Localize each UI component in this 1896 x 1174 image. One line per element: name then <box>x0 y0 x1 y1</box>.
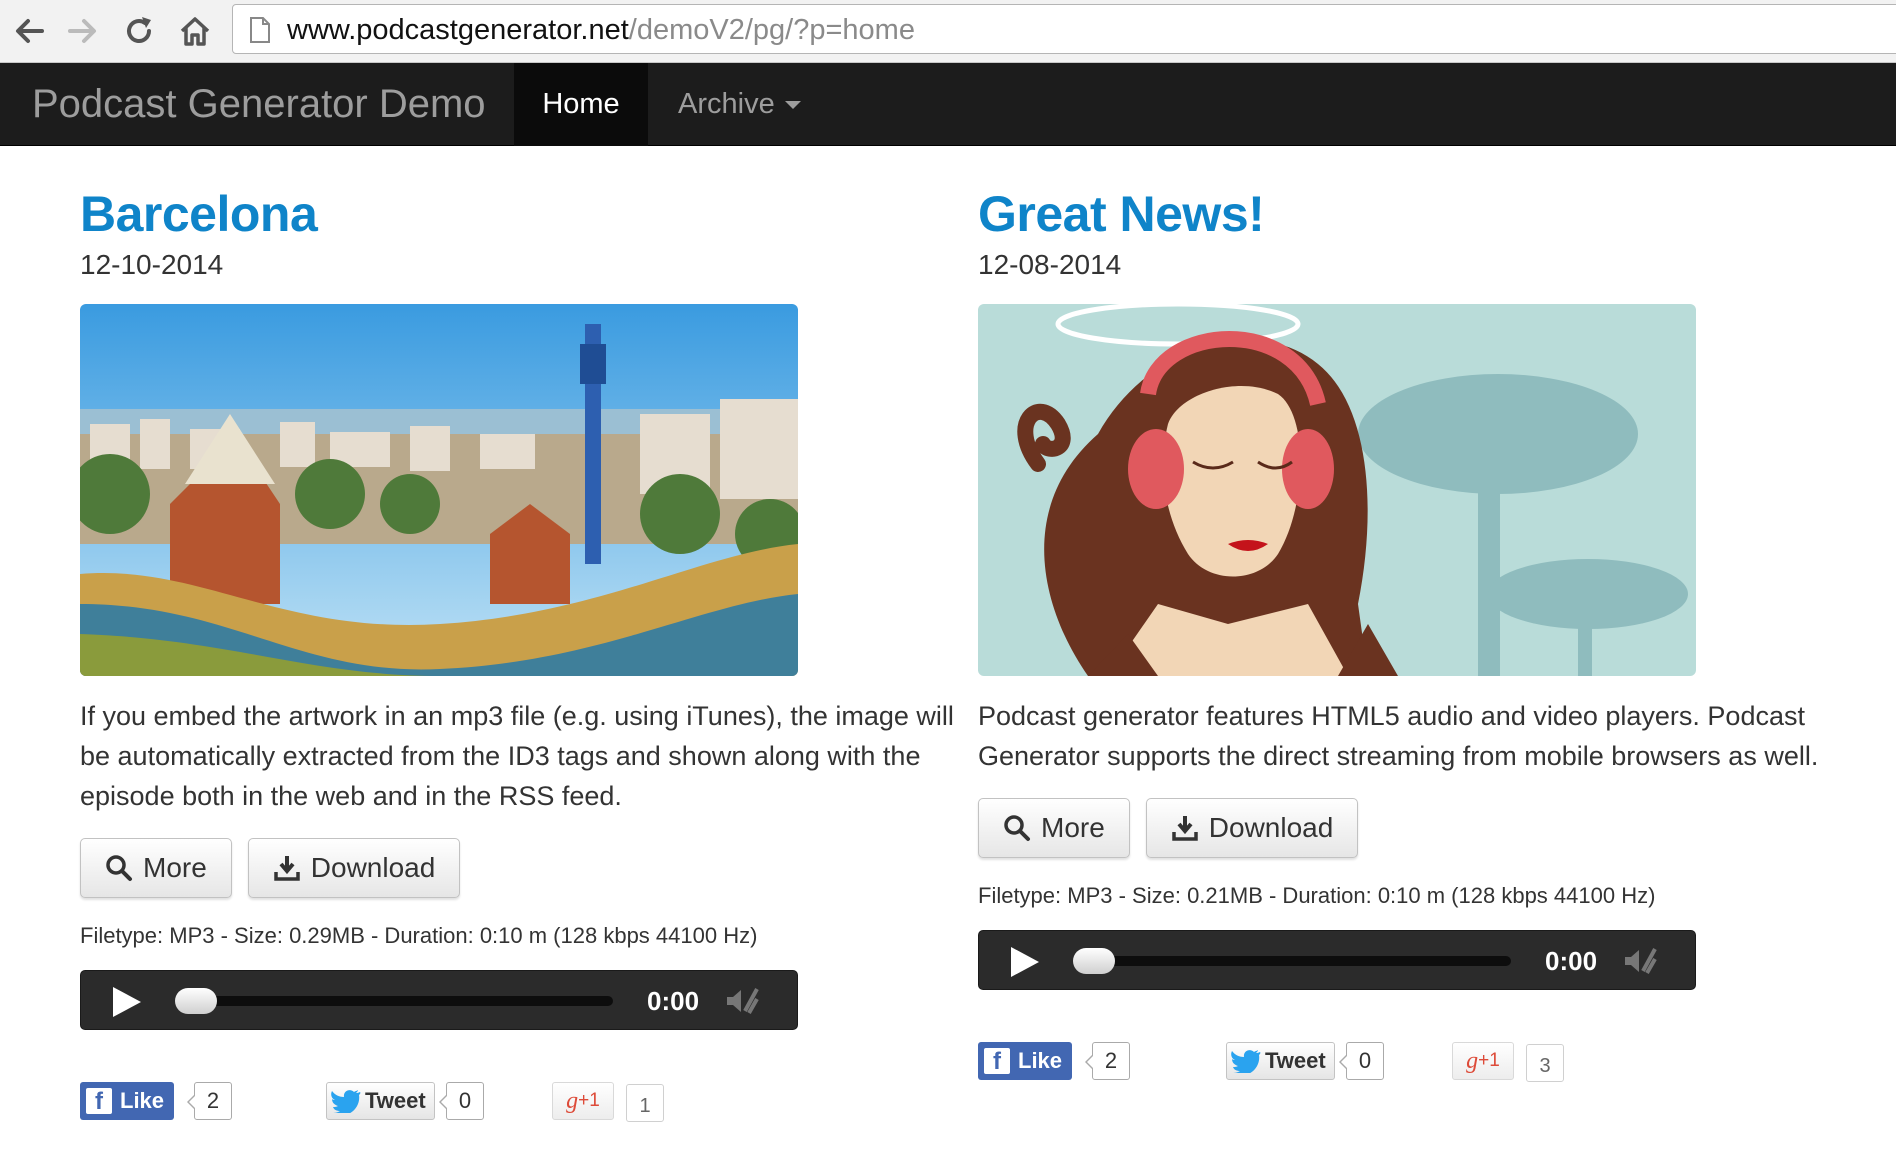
url-path: /demoV2/pg/?p=home <box>628 14 915 46</box>
more-button[interactable]: More <box>80 838 232 898</box>
woman-with-headphones-illustration <box>978 304 1696 676</box>
episode-artwork <box>80 304 798 676</box>
tweet-label: Tweet <box>1265 1048 1326 1073</box>
episode-card: Great News! 12-08-2014 Podcast generator… <box>978 146 1868 1084</box>
google-g-icon: g <box>1466 1047 1479 1074</box>
player-time: 0:00 <box>647 986 700 1016</box>
download-icon <box>1172 816 1198 841</box>
download-label: Download <box>1208 812 1334 843</box>
seek-track[interactable] <box>1079 956 1511 966</box>
social-buttons: f Like 2 Tweet 0 g +1 3 <box>978 1040 1868 1084</box>
seek-handle[interactable] <box>175 988 217 1014</box>
forward-button[interactable] <box>60 8 106 54</box>
play-icon[interactable] <box>1009 945 1041 979</box>
episode-artwork <box>978 304 1696 676</box>
player-time: 0:00 <box>1545 946 1598 976</box>
twitter-bird-icon <box>1231 1050 1261 1073</box>
like-label: Like <box>1018 1048 1063 1073</box>
google-plusone-button[interactable]: g +1 <box>1452 1042 1514 1080</box>
volume-muted-icon[interactable] <box>1621 943 1657 979</box>
home-icon <box>180 17 210 46</box>
site-navbar: Podcast Generator Demo Home Archive <box>0 63 1896 146</box>
episode-actions: More Download <box>80 838 970 898</box>
address-bar[interactable]: www.podcastgenerator.net/demoV2/pg/?p=ho… <box>232 4 1896 54</box>
seek-handle[interactable] <box>1073 948 1115 974</box>
plusone-count: 3 <box>1526 1044 1564 1082</box>
episode-date: 12-10-2014 <box>80 249 224 280</box>
url-text: www.podcastgenerator.net/demoV2/pg/?p=ho… <box>287 14 915 46</box>
facebook-like-button[interactable]: f Like <box>80 1082 175 1120</box>
twitter-bird-icon <box>331 1090 361 1113</box>
plusone-label: +1 <box>578 1090 600 1111</box>
back-button[interactable] <box>6 8 52 54</box>
tweet-count: 0 <box>439 1082 484 1120</box>
episode-title[interactable]: Barcelona <box>80 186 970 242</box>
audio-player: 0:00 <box>80 970 798 1030</box>
volume-muted-icon[interactable] <box>723 983 759 1019</box>
play-icon[interactable] <box>111 985 143 1019</box>
page-icon <box>250 17 270 43</box>
reload-button[interactable] <box>116 8 162 54</box>
download-icon <box>274 856 300 881</box>
arrow-left-icon <box>16 19 44 43</box>
audio-player: 0:00 <box>978 930 1696 990</box>
search-icon <box>1004 815 1030 841</box>
episode-actions: More Download <box>978 798 1868 858</box>
like-count: 2 <box>187 1082 232 1120</box>
google-plusone-button[interactable]: g +1 <box>552 1082 614 1120</box>
download-label: Download <box>310 852 436 883</box>
episode-date: 12-08-2014 <box>978 249 1122 280</box>
facebook-icon: f <box>984 1048 1010 1075</box>
seek-track[interactable] <box>181 996 613 1006</box>
facebook-like-button[interactable]: f Like <box>978 1042 1073 1080</box>
more-label: More <box>1041 812 1105 843</box>
plusone-count: 1 <box>626 1084 664 1122</box>
more-button[interactable]: More <box>978 798 1130 858</box>
caret-down-icon <box>784 100 801 109</box>
episode-fileinfo: Filetype: MP3 - Size: 0.29MB - Duration:… <box>80 923 758 948</box>
site-brand[interactable]: Podcast Generator Demo <box>32 81 486 127</box>
episode-fileinfo: Filetype: MP3 - Size: 0.21MB - Duration:… <box>978 883 1656 908</box>
like-label: Like <box>120 1088 165 1113</box>
like-count: 2 <box>1085 1042 1130 1080</box>
social-buttons: f Like 2 Tweet 0 g +1 1 <box>80 1080 970 1124</box>
episode-description: Podcast generator features HTML5 audio a… <box>978 701 1819 771</box>
nav-archive-label: Archive <box>678 88 775 120</box>
search-icon <box>106 855 132 881</box>
url-host: www.podcastgenerator.net <box>287 14 629 46</box>
episode-description: If you embed the artwork in an mp3 file … <box>80 701 954 811</box>
more-label: More <box>143 852 207 883</box>
browser-toolbar: www.podcastgenerator.net/demoV2/pg/?p=ho… <box>0 0 1896 63</box>
tweet-count: 0 <box>1339 1042 1384 1080</box>
home-nav-button[interactable] <box>172 8 218 54</box>
tweet-button[interactable]: Tweet <box>326 1082 435 1120</box>
download-button[interactable]: Download <box>1145 798 1359 858</box>
nav-archive-dropdown[interactable]: Archive <box>662 63 817 146</box>
reload-icon <box>127 17 151 43</box>
tweet-label: Tweet <box>365 1088 426 1113</box>
episode-title[interactable]: Great News! <box>978 186 1868 242</box>
facebook-icon: f <box>86 1088 112 1115</box>
google-g-icon: g <box>566 1087 579 1114</box>
tweet-button[interactable]: Tweet <box>1226 1042 1335 1080</box>
barcelona-park-guell-photo <box>80 304 798 676</box>
download-button[interactable]: Download <box>247 838 461 898</box>
nav-home[interactable]: Home <box>514 63 648 146</box>
arrow-right-icon <box>68 19 96 43</box>
plusone-label: +1 <box>1478 1050 1500 1071</box>
episode-card: Barcelona 12-10-2014 If you embed the ar… <box>80 146 970 1124</box>
